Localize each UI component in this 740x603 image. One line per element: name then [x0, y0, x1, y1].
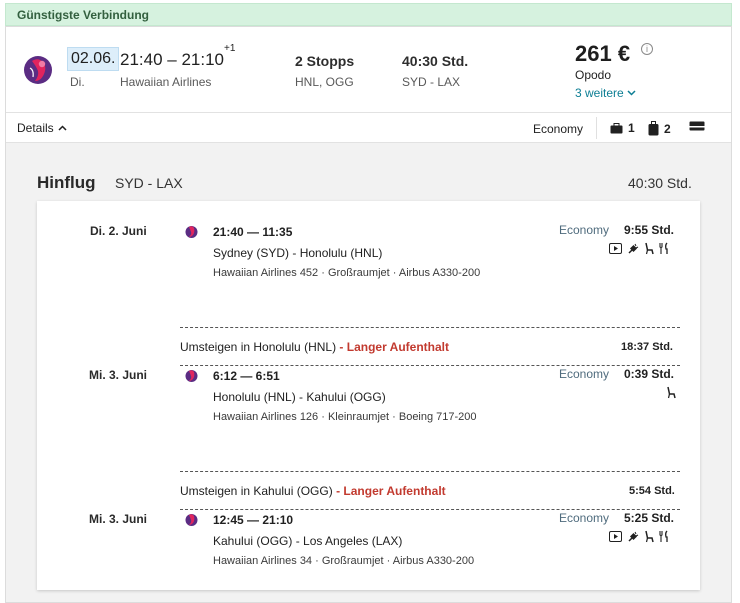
leg-date: Mi. 3. Juni — [89, 368, 148, 382]
personal-bag-icon — [610, 122, 623, 133]
total-duration: 40:30 Std. — [402, 53, 469, 69]
leg-duration: 5:25 Std. — [624, 511, 675, 525]
flight-result-card: 02.06. Di. 21:40 – 21:10+1 Hawaiian Airl… — [5, 26, 732, 603]
transfer-duration: 18:37 Std. — [621, 341, 673, 353]
hawaiian-airlines-logo — [24, 56, 52, 84]
leg-flight-info: Hawaiian Airlines 34 · Großraumjet · Air… — [213, 555, 475, 567]
chevron-down-icon — [627, 90, 636, 96]
cabin-class: Economy — [533, 122, 584, 136]
carry-on-bag: 2 — [648, 121, 671, 136]
transfer-info: Umsteigen in Kahului (OGG) - Langer Aufe… — [180, 484, 446, 498]
leg-duration: 0:39 Std. — [624, 367, 675, 381]
leg-date: Di. 2. Juni — [90, 224, 147, 238]
seat-icon — [645, 242, 654, 255]
leg-cabin: Economy — [559, 511, 610, 525]
power-icon — [628, 531, 639, 542]
power-icon — [628, 243, 639, 254]
divider — [596, 117, 597, 139]
cheapest-banner: Günstigste Verbindung — [5, 3, 732, 26]
personal-bag: 1 — [610, 121, 635, 135]
airline-logo-icon — [185, 514, 198, 526]
leg-route: Sydney (SYD) - Honolulu (HNL) — [213, 246, 383, 260]
leg-duration: 9:55 Std. — [624, 223, 675, 237]
details-toggle[interactable]: Details — [17, 121, 67, 135]
departure-date: 02.06. — [67, 47, 120, 71]
flight-times-text: 21:40 – 21:10 — [120, 50, 224, 69]
divider — [180, 365, 680, 366]
leg-amenities — [666, 386, 676, 399]
carry-on-icon — [648, 121, 659, 136]
checked-bag-icon — [689, 121, 705, 131]
leg-cabin: Economy — [559, 367, 610, 381]
more-offers-label: 3 weitere — [575, 86, 624, 100]
divider — [180, 327, 680, 328]
section-route: SYD - LAX — [115, 175, 183, 191]
flight-summary[interactable]: 02.06. Di. 21:40 – 21:10+1 Hawaiian Airl… — [6, 27, 731, 113]
personal-bag-count: 1 — [628, 121, 635, 135]
departure-weekday: Di. — [70, 75, 85, 89]
video-icon — [609, 531, 622, 542]
leg-date: Mi. 3. Juni — [89, 512, 148, 526]
info-icon[interactable]: i — [641, 43, 653, 55]
divider — [180, 509, 680, 510]
leg-flight-info: Hawaiian Airlines 126 · Kleinraumjet · B… — [213, 411, 477, 423]
leg-times: 12:45 — 21:10 — [213, 513, 294, 527]
transfer-label: Umsteigen in Honolulu (HNL) — [180, 340, 337, 354]
meal-icon — [659, 242, 668, 254]
route-codes: SYD - LAX — [402, 75, 461, 89]
details-label: Details — [17, 121, 54, 135]
long-layover-warning: Langer Aufenthalt — [343, 484, 446, 498]
provider-name: Opodo — [575, 68, 612, 82]
leg-route: Honolulu (HNL) - Kahului (OGG) — [213, 390, 386, 404]
transfer-separator: - — [339, 340, 344, 354]
airline-name: Hawaiian Airlines — [120, 75, 212, 89]
leg-cabin: Economy — [559, 223, 610, 237]
transfer-duration: 5:54 Std. — [629, 485, 675, 497]
stop-codes: HNL, OGG — [295, 75, 354, 89]
chevron-up-icon — [58, 125, 67, 131]
airline-logo-icon — [185, 370, 198, 382]
divider — [180, 471, 680, 472]
details-toolbar: Details Economy 1 2 — [6, 113, 731, 143]
transfer-separator: - — [336, 484, 341, 498]
seat-icon — [645, 530, 654, 543]
airline-logo-icon — [185, 226, 198, 238]
leg-flight-info: Hawaiian Airlines 452 · Großraumjet · Ai… — [213, 267, 481, 279]
transfer-label: Umsteigen in Kahului (OGG) — [180, 484, 333, 498]
section-title: Hinflug — [37, 173, 96, 192]
more-offers-link[interactable]: 3 weitere — [575, 86, 636, 100]
checked-bag — [689, 121, 705, 131]
leg-amenities — [609, 530, 670, 543]
seat-icon — [667, 386, 676, 399]
long-layover-warning: Langer Aufenthalt — [346, 340, 449, 354]
carry-on-count: 2 — [664, 121, 671, 136]
leg-route: Kahului (OGG) - Los Angeles (LAX) — [213, 534, 403, 548]
stops-count: 2 Stopps — [295, 53, 355, 69]
leg-times: 21:40 — 11:35 — [213, 225, 293, 239]
transfer-info: Umsteigen in Honolulu (HNL) - Langer Auf… — [180, 340, 449, 354]
banner-label: Günstigste Verbindung — [17, 8, 150, 22]
flight-times: 21:40 – 21:10+1 — [120, 43, 235, 70]
meal-icon — [659, 530, 668, 542]
day-offset: +1 — [223, 43, 236, 55]
leg-amenities — [609, 242, 670, 255]
section-duration: 40:30 Std. — [628, 175, 692, 191]
price: 261 € — [575, 41, 631, 66]
legs-panel: Di. 2. Juni 21:40 — 11:35 Sydney (SYD) -… — [37, 201, 700, 590]
leg-times: 6:12 — 6:51 — [213, 369, 280, 383]
video-icon — [609, 243, 622, 254]
